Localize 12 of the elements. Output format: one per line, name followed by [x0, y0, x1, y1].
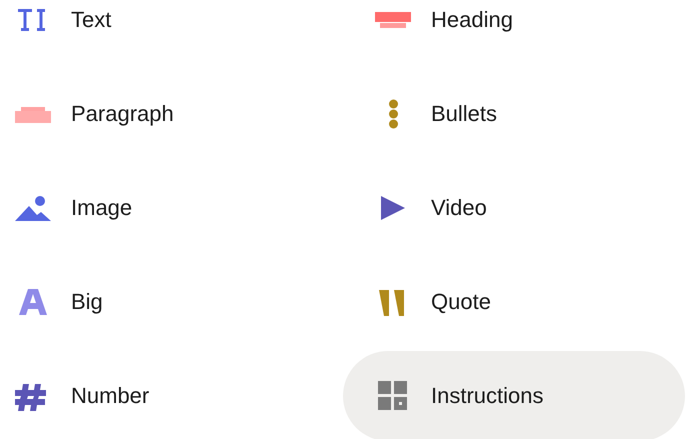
- block-type-item[interactable]: Heading: [343, 0, 685, 65]
- block-type-item[interactable]: Bullets: [343, 69, 685, 159]
- block-type-item[interactable]: Big: [0, 257, 338, 347]
- block-type-item[interactable]: Video: [343, 163, 685, 253]
- block-type-item[interactable]: Instructions: [343, 351, 685, 439]
- mountain-image-icon: [15, 193, 51, 223]
- block-type-item[interactable]: Paragraph: [0, 69, 338, 159]
- block-type-item[interactable]: Image: [0, 163, 338, 253]
- block-type-item[interactable]: Number: [0, 351, 338, 439]
- block-type-item[interactable]: Text: [0, 0, 338, 65]
- vertical-dots-icon: [388, 99, 398, 129]
- block-type-item[interactable]: Quote: [343, 257, 685, 347]
